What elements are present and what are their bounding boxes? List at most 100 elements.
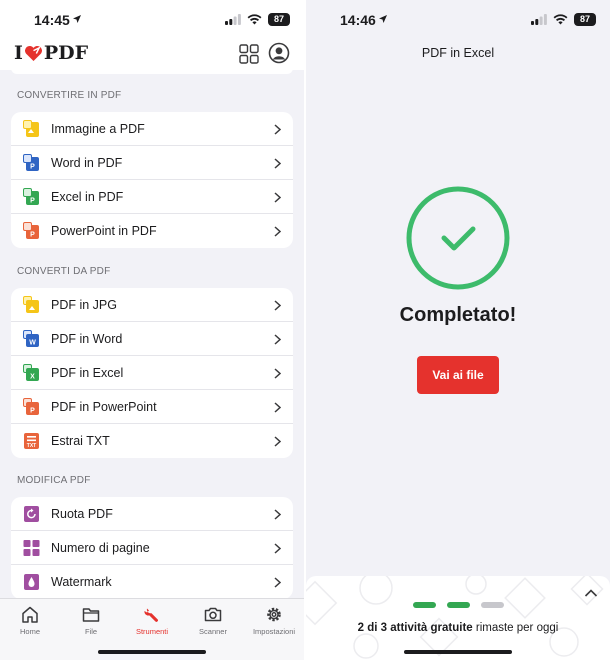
tab-label: File xyxy=(84,627,98,636)
tool-label: Ruota PDF xyxy=(51,506,113,521)
tool-row-page-numbers[interactable]: Numero di pagine xyxy=(11,531,293,565)
account-icon[interactable] xyxy=(268,42,290,64)
tools-list[interactable]: CONVERTIRE IN PDF Immagine a PDF P Word … xyxy=(0,70,304,660)
tool-label: PowerPoint in PDF xyxy=(51,224,157,238)
tool-label: PDF in PowerPoint xyxy=(51,399,157,414)
status-bar: 14:45 87 xyxy=(0,0,304,40)
svg-text:X: X xyxy=(30,374,35,381)
pdf-to-powerpoint-icon: P xyxy=(23,398,39,415)
chevron-right-icon xyxy=(274,226,281,237)
tab-tools[interactable]: Strumenti xyxy=(122,606,182,636)
tool-label: PDF in Word xyxy=(51,331,123,346)
powerpoint-to-pdf-icon: P xyxy=(23,222,39,239)
svg-text:P: P xyxy=(30,164,35,171)
tool-label: Word in PDF xyxy=(51,155,123,170)
svg-text:P: P xyxy=(30,232,35,239)
chevron-right-icon xyxy=(274,402,281,413)
tab-bar: Home File Strumenti Scanner Impostazioni xyxy=(0,598,304,660)
tool-row-powerpoint-to-pdf[interactable]: P PowerPoint in PDF xyxy=(11,214,293,248)
logo-text-i: I xyxy=(14,42,23,64)
camera-icon xyxy=(204,607,222,622)
grid-view-icon[interactable] xyxy=(239,44,259,64)
app-header: I PDF xyxy=(0,38,304,70)
signal-icon xyxy=(225,14,241,25)
watermark-icon xyxy=(24,574,39,590)
section-title: CONVERTIRE IN PDF xyxy=(17,90,122,101)
tool-row-pdf-to-word[interactable]: W PDF in Word xyxy=(11,322,293,356)
chevron-right-icon xyxy=(274,158,281,169)
tool-row-pdf-to-powerpoint[interactable]: P PDF in PowerPoint xyxy=(11,390,293,424)
svg-text:TXT: TXT xyxy=(27,443,36,449)
page-numbers-icon xyxy=(23,540,40,556)
status-time: 14:46 xyxy=(340,12,376,28)
location-arrow-icon xyxy=(73,15,81,23)
convert-from-pdf-card: PDF in JPG W PDF in Word X PDF in Excel … xyxy=(11,288,293,458)
status-time: 14:45 xyxy=(34,12,70,28)
tool-row-watermark[interactable]: Watermark xyxy=(11,565,293,599)
pdf-to-excel-icon: X xyxy=(23,364,39,381)
tool-row-image-to-pdf[interactable]: Immagine a PDF xyxy=(11,112,293,146)
tab-file[interactable]: File xyxy=(61,606,121,636)
previous-card-edge xyxy=(11,70,293,74)
tab-settings[interactable]: Impostazioni xyxy=(244,606,304,636)
word-to-pdf-icon: P xyxy=(23,154,39,171)
progress-pill xyxy=(413,602,436,608)
success-check-icon xyxy=(406,186,510,290)
remaining-suffix: rimaste per oggi xyxy=(475,622,559,634)
pdf-to-word-icon: W xyxy=(23,330,39,347)
tool-label: PDF in JPG xyxy=(51,297,117,312)
free-tasks-sheet: 2 di 3 attività gratuite rimaste per ogg… xyxy=(306,576,610,660)
section-title: MODIFICA PDF xyxy=(17,475,91,486)
tab-label: Scanner xyxy=(199,627,227,636)
image-to-pdf-icon xyxy=(23,120,39,137)
completed-screen: 14:46 87 PDF in Excel Completato! Vai ai… xyxy=(306,0,610,660)
completed-heading: Completato! xyxy=(399,304,517,326)
chevron-up-icon[interactable] xyxy=(584,588,598,598)
tab-label: Home xyxy=(19,627,40,636)
tool-label: Numero di pagine xyxy=(51,540,150,555)
tool-row-excel-to-pdf[interactable]: P Excel in PDF xyxy=(11,180,293,214)
svg-text:P: P xyxy=(30,198,35,205)
folder-icon xyxy=(82,608,100,622)
extract-txt-icon: TXT xyxy=(24,433,39,449)
ilovepdf-logo: I PDF xyxy=(14,42,88,64)
progress-pill xyxy=(447,602,470,608)
tool-label: Immagine a PDF xyxy=(51,121,145,136)
battery-indicator: 87 xyxy=(574,13,596,26)
gear-icon xyxy=(267,607,281,622)
tool-label: PDF in Excel xyxy=(51,365,124,380)
tool-label: Estrai TXT xyxy=(51,434,110,448)
logo-text-pdf: PDF xyxy=(43,42,89,64)
wifi-icon xyxy=(553,14,568,25)
home-indicator xyxy=(98,650,206,654)
chevron-right-icon xyxy=(274,436,281,447)
chevron-right-icon xyxy=(274,368,281,379)
remaining-count: 2 di 3 attività gratuite xyxy=(357,622,473,634)
signal-icon xyxy=(531,14,547,25)
tool-row-rotate-pdf[interactable]: Ruota PDF xyxy=(11,497,293,531)
tool-row-extract-txt[interactable]: TXT Estrai TXT xyxy=(11,424,293,458)
pdf-to-jpg-icon xyxy=(23,296,39,313)
convert-to-pdf-card: Immagine a PDF P Word in PDF P Excel in … xyxy=(11,112,293,248)
chevron-right-icon xyxy=(274,300,281,311)
tab-scanner[interactable]: Scanner xyxy=(183,606,243,636)
page-title: PDF in Excel xyxy=(421,46,495,60)
home-indicator xyxy=(404,650,512,654)
wrench-icon xyxy=(144,608,158,622)
status-bar: 14:46 87 xyxy=(306,0,610,40)
rotate-pdf-icon xyxy=(24,506,39,522)
tab-label: Strumenti xyxy=(135,627,169,636)
remaining-tasks-text: 2 di 3 attività gratuite rimaste per ogg… xyxy=(306,622,610,634)
tool-label: Excel in PDF xyxy=(51,189,124,204)
home-icon xyxy=(22,606,38,623)
svg-text:P: P xyxy=(30,408,35,415)
chevron-right-icon xyxy=(274,509,281,520)
free-tasks-progress xyxy=(413,602,504,608)
tool-row-word-to-pdf[interactable]: P Word in PDF xyxy=(11,146,293,180)
tool-row-pdf-to-jpg[interactable]: PDF in JPG xyxy=(11,288,293,322)
tool-row-pdf-to-excel[interactable]: X PDF in Excel xyxy=(11,356,293,390)
tab-home[interactable]: Home xyxy=(0,606,60,636)
go-to-files-button[interactable]: Vai ai file xyxy=(417,356,499,394)
tools-screen: 14:45 87 I PDF CONVERTIRE IN PDF Immagin… xyxy=(0,0,304,660)
chevron-right-icon xyxy=(274,124,281,135)
